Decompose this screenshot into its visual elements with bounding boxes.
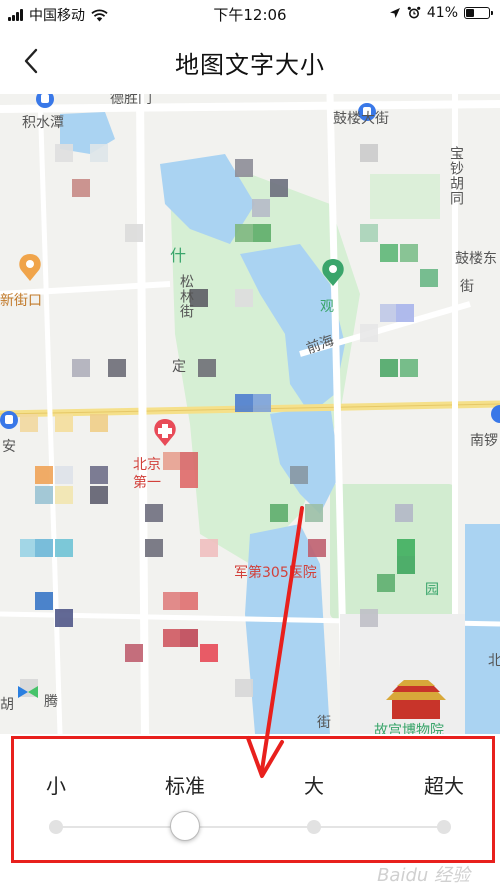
- size-option-extra-large[interactable]: 超大: [424, 770, 464, 799]
- map-label: 定: [172, 359, 186, 375]
- size-option-standard[interactable]: 标准: [165, 770, 205, 799]
- map-preview: 积水潭 德胜门 鼓楼大街 宝钞胡同 鼓楼东 什 松林街 新街口 观 前海 街 定…: [0, 94, 500, 734]
- subway-icon: [0, 411, 18, 429]
- map-label: 南锣: [470, 433, 498, 449]
- slider-stop-small[interactable]: [49, 820, 63, 834]
- map-label: 德胜门: [110, 94, 152, 107]
- map-label: 鼓楼东: [455, 251, 497, 267]
- map-label: 街: [317, 715, 331, 731]
- battery-percent: 41%: [426, 5, 458, 21]
- map-canvas: [0, 94, 500, 734]
- location-arrow-icon: [389, 8, 400, 18]
- map-label: 第一: [133, 475, 161, 491]
- map-label: 园: [425, 582, 439, 598]
- alarm-clock-icon: [407, 6, 421, 19]
- nav-bar: 地图文字大小: [0, 28, 500, 94]
- map-label: 故宫博物院: [374, 723, 444, 734]
- map-label: 积水潭: [22, 115, 64, 131]
- battery-icon: [464, 7, 493, 19]
- map-label: 安: [2, 439, 16, 455]
- battery-fill: [466, 9, 474, 17]
- status-right: 41%: [389, 5, 493, 21]
- page-title: 地图文字大小: [175, 51, 325, 79]
- watermark: Baidu 经验: [377, 865, 470, 886]
- map-label: 胡: [0, 697, 14, 713]
- map-label: 街: [460, 279, 474, 295]
- size-option-large[interactable]: 大: [304, 770, 324, 799]
- map-label: 北: [488, 653, 500, 669]
- map-label: 腾: [44, 694, 58, 710]
- map-label: 松林街: [178, 274, 194, 319]
- font-size-slider[interactable]: [49, 811, 451, 841]
- map-label: 新街口: [0, 293, 42, 309]
- slider-stop-large[interactable]: [307, 820, 321, 834]
- status-bar: 中国移动 下午12:06 41%: [0, 0, 500, 28]
- font-size-options: 小 标准 大 超大: [0, 770, 500, 800]
- size-option-small[interactable]: 小: [46, 770, 66, 799]
- map-label: 北京: [133, 457, 161, 473]
- map-label: 鼓楼大街: [333, 111, 389, 127]
- map-label: 观: [320, 299, 334, 315]
- map-label: 宝钞胡同: [448, 146, 464, 206]
- slider-stop-extra-large[interactable]: [437, 820, 451, 834]
- slider-thumb[interactable]: [170, 811, 201, 841]
- map-label: 军第305医院: [234, 565, 317, 581]
- map-label: 什: [170, 246, 187, 265]
